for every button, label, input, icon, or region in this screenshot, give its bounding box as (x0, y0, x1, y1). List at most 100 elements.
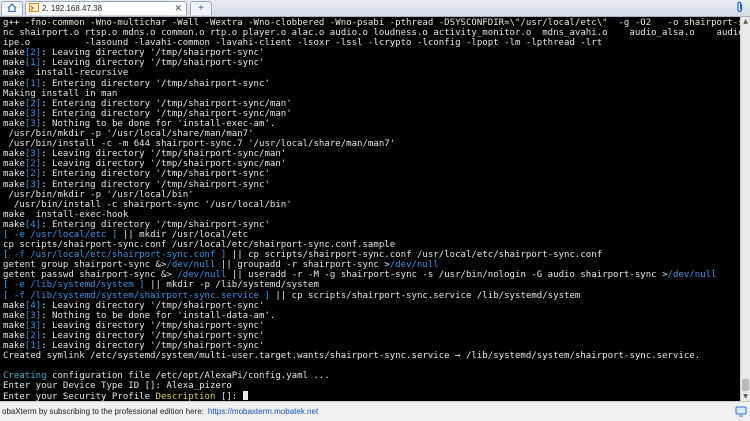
terminal-text: [4] (24, 300, 42, 311)
terminal-text: make (3, 300, 25, 311)
vertical-scrollbar[interactable]: ▲ ▼ (740, 17, 750, 401)
terminal-line: make install-recursive (3, 68, 740, 78)
terminal-text: /dev/null (166, 260, 216, 271)
terminal-text: : Leaving directory '/tmp/shairport-sync… (41, 330, 265, 341)
terminal-line: make[3]: Entering directory '/tmp/shairp… (3, 180, 740, 190)
terminal-text: : Leaving directory '/tmp/shairport-sync… (41, 149, 287, 160)
terminal-text: make (3, 169, 25, 180)
terminal-text: [3] (24, 179, 42, 190)
close-icon[interactable]: ✕ (174, 3, 182, 14)
terminal-text: [1] (24, 58, 42, 69)
terminal-line: make[4]: Leaving directory '/tmp/shairpo… (3, 301, 740, 311)
home-icon (7, 3, 17, 14)
terminal-text: : Leaving directory '/tmp/shairport-sync… (41, 48, 265, 59)
terminal-line: /usr/bin/mkdir -p '/usr/local/bin' (3, 190, 740, 200)
terminal-text: []: (215, 392, 243, 401)
terminal-text: make (3, 98, 25, 109)
terminal-line: getent passwd shairport-sync &> /dev/nul… (3, 270, 740, 280)
terminal-line: g++ -fno-common -Wno-multichar -Wall -We… (3, 18, 740, 28)
terminal-text: [2] (24, 169, 42, 180)
terminal-text: make install-exec-hook (3, 209, 129, 220)
terminal-text: /usr/bin/mkdir -p '/usr/local/bin' (3, 189, 194, 200)
terminal-text: make (3, 320, 25, 331)
status-bar: obaXterm by subscribing to the professio… (0, 401, 750, 421)
terminal-text: make (3, 330, 25, 341)
tab-session-2[interactable]: 2. 192.168.47.38 ✕ (25, 1, 187, 15)
terminal-text: Creating (3, 371, 47, 382)
terminal-text: make (3, 341, 25, 351)
terminal-text: make install-recursive (3, 68, 129, 79)
terminal-line: make install-exec-hook (3, 210, 740, 220)
terminal-output[interactable]: g++ -fno-common -Wno-multichar -Wall -We… (0, 17, 740, 401)
terminal-text: : Leaving directory '/tmp/shairport-sync… (41, 159, 287, 170)
terminal-text: /dev/null (667, 270, 717, 281)
terminal-text: make (3, 179, 25, 190)
terminal-text: Created symlink /etc/systemd/system/mult… (3, 351, 701, 362)
terminal-line: ipe.o -lasound -lavahi-common -lavahi-cl… (3, 38, 740, 48)
terminal-text: [3] (24, 320, 42, 331)
terminal-text: [3] (24, 118, 42, 129)
status-link[interactable]: https://mobaxterm.mobatek.net (208, 407, 318, 416)
terminal-text: getent group shairport-sync &> (3, 260, 167, 271)
scroll-down-icon[interactable]: ▼ (741, 392, 750, 401)
status-text: obaXterm by subscribing to the professio… (2, 407, 204, 416)
terminal-text: make (3, 48, 25, 59)
terminal-text: [ -e /lib/systemd/system ] (3, 280, 145, 291)
terminal-line: make[1]: Leaving directory '/tmp/shairpo… (3, 58, 740, 68)
terminal-line: /usr/bin/install -c shairport-sync '/usr… (3, 200, 740, 210)
terminal-line: cp scripts/shairport-sync.conf /usr/loca… (3, 240, 740, 250)
info-icon[interactable] (735, 405, 747, 417)
terminal-line: Enter your Device Type ID []: Alexa_pize… (3, 381, 740, 391)
terminal-text: /dev/null (389, 260, 439, 271)
terminal-line: [ -f /usr/local/etc/shairport-sync.conf … (3, 250, 740, 260)
terminal-line: [ -f /lib/systemd/system/shairport-sync.… (3, 291, 740, 301)
terminal-line: Enter your Security Profile Description … (3, 391, 740, 401)
terminal-text: : Entering directory '/tmp/shairport-syn… (41, 219, 270, 230)
home-tab[interactable] (1, 1, 23, 15)
terminal-text: /usr/bin/mkdir -p '/usr/local/share/man/… (3, 129, 254, 140)
terminal-text: make (3, 58, 25, 69)
terminal-text: /dev/null (177, 270, 227, 281)
terminal-line: make[3]: Nothing to be done for 'install… (3, 311, 740, 321)
terminal-text: make (3, 108, 25, 119)
new-tab-button[interactable]: + (190, 1, 212, 15)
terminal-line: Making install in man (3, 89, 740, 99)
terminal-line: make[3]: Leaving directory '/tmp/shairpo… (3, 321, 740, 331)
terminal-line: make[1]: Entering directory '/tmp/shairp… (3, 79, 740, 89)
terminal-line: Creating configuration file /etc/opt/Ale… (3, 371, 740, 381)
terminal-text: Description (155, 392, 216, 401)
terminal-text: [3] (24, 149, 42, 160)
terminal-text: [3] (24, 108, 42, 119)
terminal-text: [1] (24, 341, 42, 351)
terminal-text: : Nothing to be done for 'install-data-a… (41, 310, 276, 321)
terminal-text: || mkdir -p /lib/systemd/system (144, 280, 319, 291)
terminal-text: [ -e /usr/local/etc ] (3, 229, 118, 240)
terminal-text: [2] (24, 159, 42, 170)
terminal-line: /usr/bin/mkdir -p '/usr/local/share/man/… (3, 129, 740, 139)
terminal-line: make[3]: Entering directory '/tmp/shairp… (3, 109, 740, 119)
terminal-text: : Entering directory '/tmp/shairport-syn… (41, 108, 292, 119)
terminal-text: [2] (24, 48, 42, 59)
terminal-text: cp scripts/shairport-sync.conf /usr/loca… (3, 240, 396, 251)
terminal-text: [ -f /lib/systemd/system/shairport-sync.… (3, 290, 270, 301)
terminal-text: nc shairport.o rtsp.o mdns.o common.o rt… (3, 28, 740, 39)
terminal-line: make[2]: Entering directory '/tmp/shairp… (3, 99, 740, 109)
plus-icon: + (198, 3, 204, 14)
terminal-text: : Leaving directory '/tmp/shairport-sync… (41, 300, 265, 311)
terminal-line: Created symlink /etc/systemd/system/mult… (3, 351, 740, 361)
terminal-text: [2] (24, 98, 42, 109)
terminal-text: || groupadd -r shairport-sync > (215, 260, 390, 271)
terminal-text: make (3, 310, 25, 321)
terminal-text: configuration file /etc/opt/AlexaPi/conf… (46, 371, 330, 382)
terminal-text: || cp scripts/shairport-sync.service /li… (269, 290, 581, 301)
scroll-thumb[interactable] (742, 379, 749, 391)
terminal-text: make (3, 78, 25, 89)
terminal-line: getent group shairport-sync &>/dev/null … (3, 260, 740, 270)
terminal-text: [4] (24, 219, 42, 230)
terminal-line: make[1]: Leaving directory '/tmp/shairpo… (3, 341, 740, 351)
terminal-line: /usr/bin/install -c -m 644 shairport-syn… (3, 139, 740, 149)
paperclip-icon[interactable] (736, 1, 744, 16)
tab-bar: 2. 192.168.47.38 ✕ + (0, 0, 750, 17)
scroll-up-icon[interactable]: ▲ (741, 17, 750, 26)
